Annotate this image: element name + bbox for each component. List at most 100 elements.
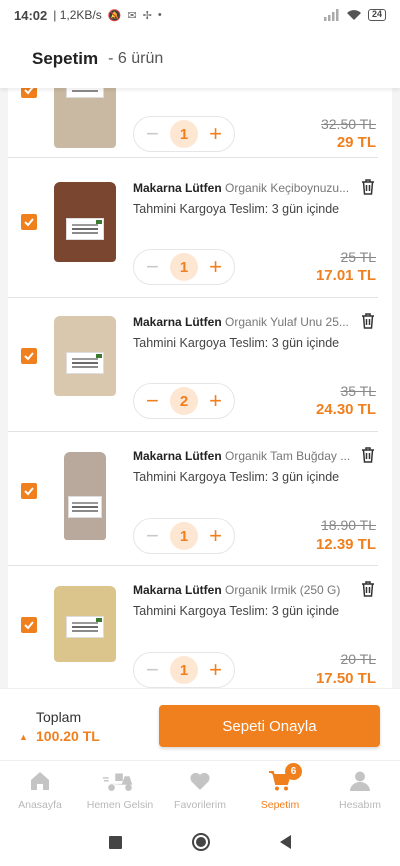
quantity-stepper: − 1 + bbox=[133, 116, 235, 152]
back-button[interactable] bbox=[280, 835, 291, 849]
tab-home[interactable]: Anasayfa bbox=[0, 761, 80, 818]
wifi-icon bbox=[346, 10, 361, 20]
tab-label: Sepetim bbox=[260, 798, 300, 811]
system-nav-bar bbox=[0, 818, 400, 866]
status-bar: 14:02 | 1,2KB/s 🔕 ✉ ✢ • 24 bbox=[0, 0, 400, 30]
cart-list[interactable]: − 1 + 32.50 TL 29 TL Makarna Lütfen Orga… bbox=[8, 88, 392, 688]
product-title: Organik Irmik (250 G) bbox=[225, 583, 341, 597]
item-checkbox[interactable] bbox=[21, 617, 37, 633]
product-brand: Makarna Lütfen bbox=[133, 449, 222, 463]
item-count: - 6 ürün bbox=[108, 50, 164, 67]
increase-button[interactable]: + bbox=[209, 123, 222, 145]
tab-favorites[interactable]: Favorilerim bbox=[160, 761, 240, 818]
product-name[interactable]: Makarna Lütfen Organik Yulaf Unu 25... bbox=[133, 315, 353, 329]
tab-label: Favorilerim bbox=[174, 798, 226, 811]
trash-icon[interactable] bbox=[360, 446, 376, 464]
quantity-value: 2 bbox=[170, 387, 198, 415]
product-image[interactable] bbox=[54, 586, 116, 662]
item-checkbox[interactable] bbox=[21, 483, 37, 499]
old-price: 18.90 TL bbox=[320, 517, 376, 533]
product-image[interactable] bbox=[54, 452, 116, 540]
tab-quick-delivery[interactable]: Hemen Gelsin bbox=[80, 761, 160, 818]
product-image[interactable] bbox=[54, 316, 116, 396]
delivery-estimate: Tahmini Kargoya Teslim: 3 gün içinde bbox=[133, 202, 340, 216]
signal-icon bbox=[323, 9, 339, 21]
quantity-value: 1 bbox=[170, 522, 198, 550]
decrease-button[interactable]: − bbox=[146, 256, 159, 278]
decrease-button[interactable]: − bbox=[146, 525, 159, 547]
quantity-stepper: − 2 + bbox=[133, 383, 235, 419]
item-checkbox[interactable] bbox=[21, 214, 37, 230]
page-header: Sepetim - 6 ürün bbox=[0, 30, 400, 88]
notification-icon: ✉ bbox=[127, 9, 137, 22]
cart-item: Makarna Lütfen Organik Tam Buğday ... Ta… bbox=[8, 432, 392, 566]
increase-button[interactable]: + bbox=[209, 256, 222, 278]
quantity-value: 1 bbox=[170, 120, 198, 148]
product-brand: Makarna Lütfen bbox=[133, 583, 222, 597]
tab-cart[interactable]: 6 Sepetim bbox=[240, 761, 320, 818]
cart-item: Makarna Lütfen Organik Irmik (250 G) Tah… bbox=[8, 566, 392, 688]
product-title: Organik Keçiboynuzu... bbox=[225, 181, 350, 195]
new-price: 29 TL bbox=[336, 134, 376, 151]
product-brand: Makarna Lütfen bbox=[133, 315, 222, 329]
scooter-icon bbox=[103, 772, 133, 791]
clock: 14:02 bbox=[14, 7, 48, 23]
quantity-value: 1 bbox=[170, 253, 198, 281]
increase-button[interactable]: + bbox=[209, 659, 222, 681]
new-price: 12.39 TL bbox=[315, 536, 376, 553]
person-icon bbox=[350, 771, 370, 791]
heart-icon bbox=[190, 772, 210, 790]
total-label: Toplam bbox=[36, 709, 82, 725]
cart-item: Makarna Lütfen Organik Yulaf Unu 25... T… bbox=[8, 298, 392, 432]
product-title: Organik Yulaf Unu 25... bbox=[225, 315, 349, 329]
decrease-button[interactable]: − bbox=[146, 659, 159, 681]
trash-icon[interactable] bbox=[360, 178, 376, 196]
delivery-estimate: Tahmini Kargoya Teslim: 3 gün içinde bbox=[133, 470, 340, 484]
product-name[interactable]: Makarna Lütfen Organik Tam Buğday ... bbox=[133, 449, 353, 463]
new-price: 17.01 TL bbox=[315, 267, 376, 284]
product-image[interactable] bbox=[54, 182, 116, 262]
total-value: 100.20 TL bbox=[36, 728, 100, 744]
old-price: 32.50 TL bbox=[320, 116, 376, 132]
tab-label: Anasayfa bbox=[18, 798, 62, 811]
trash-icon[interactable] bbox=[360, 312, 376, 330]
recent-apps-button[interactable] bbox=[109, 835, 122, 849]
cart-badge: 6 bbox=[285, 763, 302, 780]
caret-up-icon[interactable]: ▲ bbox=[19, 732, 28, 742]
product-name[interactable]: Makarna Lütfen Organik Keçiboynuzu... bbox=[133, 181, 353, 195]
cart-item: Makarna Lütfen Organik Keçiboynuzu... Ta… bbox=[8, 164, 392, 298]
quantity-stepper: − 1 + bbox=[133, 249, 235, 285]
home-icon bbox=[31, 771, 49, 790]
product-title: Organik Tam Buğday ... bbox=[225, 449, 351, 463]
trash-icon[interactable] bbox=[360, 580, 376, 598]
item-checkbox[interactable] bbox=[21, 348, 37, 364]
mute-bell-icon: 🔕 bbox=[107, 9, 122, 22]
item-checkbox[interactable] bbox=[21, 88, 37, 98]
cart-summary: Toplam ▲ 100.20 TL Sepeti Onayla bbox=[0, 688, 400, 760]
tab-label: Hesabım bbox=[338, 798, 381, 811]
increase-button[interactable]: + bbox=[209, 390, 222, 412]
page-title: Sepetim bbox=[32, 49, 99, 68]
decrease-button[interactable]: − bbox=[146, 390, 159, 412]
product-brand: Makarna Lütfen bbox=[133, 181, 222, 195]
old-price: 35 TL bbox=[340, 383, 376, 399]
new-price: 24.30 TL bbox=[315, 401, 376, 418]
old-price: 25 TL bbox=[340, 249, 376, 265]
confirm-cart-button[interactable]: Sepeti Onayla bbox=[159, 705, 380, 747]
delivery-estimate: Tahmini Kargoya Teslim: 3 gün içinde bbox=[133, 336, 340, 350]
home-button[interactable] bbox=[192, 833, 210, 851]
increase-button[interactable]: + bbox=[209, 525, 222, 547]
bottom-tab-bar: Anasayfa Hemen Gelsin Favorilerim 6 Sepe… bbox=[0, 760, 400, 818]
dot-icon: • bbox=[157, 9, 162, 21]
fan-icon: ✢ bbox=[142, 9, 152, 22]
product-image[interactable] bbox=[54, 88, 116, 148]
decrease-button[interactable]: − bbox=[146, 123, 159, 145]
cart-item: − 1 + 32.50 TL 29 TL bbox=[8, 88, 392, 158]
quantity-stepper: − 1 + bbox=[133, 652, 235, 688]
new-price: 17.50 TL bbox=[315, 670, 376, 687]
tab-account[interactable]: Hesabım bbox=[320, 761, 400, 818]
product-name[interactable]: Makarna Lütfen Organik Irmik (250 G) bbox=[133, 583, 353, 597]
old-price: 20 TL bbox=[340, 651, 376, 667]
quantity-stepper: − 1 + bbox=[133, 518, 235, 554]
quantity-value: 1 bbox=[170, 656, 198, 684]
